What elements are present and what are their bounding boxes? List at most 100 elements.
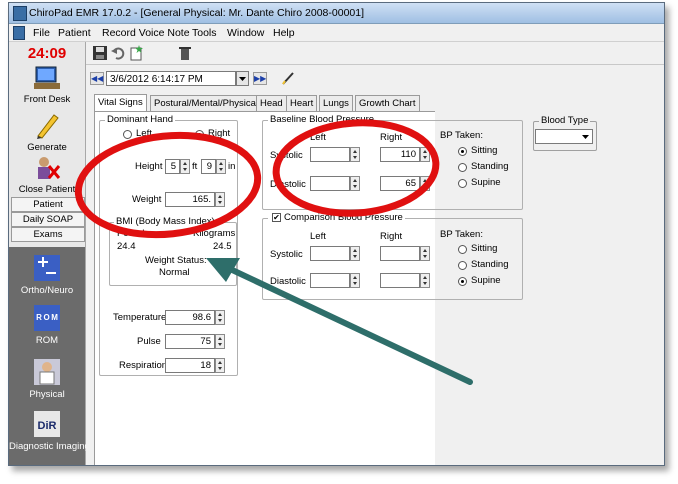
weight-status-value: Normal — [159, 267, 190, 278]
pulse-field[interactable]: 75 — [165, 334, 215, 349]
visit-date-select[interactable]: 3/6/2012 6:14:17 PM — [106, 71, 236, 86]
baseline-sitting-radio[interactable] — [458, 147, 467, 156]
app-window: ChiroPad EMR 17.0.2 - [General Physical:… — [8, 2, 665, 466]
respiration-field[interactable]: 18 — [165, 358, 215, 373]
blood-type-select[interactable] — [535, 129, 593, 144]
baseline-supine-radio[interactable] — [458, 179, 467, 188]
baseline-left-diastolic-field[interactable] — [310, 176, 350, 191]
menu-record-voice-note[interactable]: Record Voice Note — [102, 27, 190, 39]
ortho-neuro-label: Ortho/Neuro — [20, 285, 74, 296]
comparison-bp-checkbox[interactable]: ✔ — [272, 213, 281, 222]
baseline-left-systolic-field[interactable] — [310, 147, 350, 162]
tab-head[interactable]: Head — [256, 95, 287, 111]
temperature-stepper[interactable] — [215, 310, 225, 325]
sidebar-tab-patient[interactable]: Patient — [11, 197, 85, 212]
chevron-down-icon — [582, 135, 589, 139]
weight-status-label: Weight Status: — [145, 255, 207, 266]
comparison-right-systolic-field[interactable] — [380, 246, 420, 261]
rom-label: ROM — [35, 335, 59, 346]
blood-type-label: Blood Type — [539, 115, 591, 126]
comparison-standing-label: Standing — [471, 259, 509, 270]
baseline-standing-radio[interactable] — [458, 163, 467, 172]
baseline-right-diastolic-stepper[interactable] — [420, 176, 430, 191]
weight-label: Weight — [132, 194, 162, 205]
new-document-icon[interactable] — [128, 45, 144, 61]
edit-pencil-icon[interactable] — [280, 70, 296, 86]
rom-button[interactable]: ROM — [9, 303, 85, 346]
temperature-label: Temperature — [113, 312, 167, 323]
comparison-right-diastolic-field[interactable] — [380, 273, 420, 288]
height-feet-field[interactable]: 5 — [165, 159, 180, 174]
menu-patient[interactable]: Patient — [58, 27, 91, 39]
comparison-supine-label: Supine — [471, 275, 501, 286]
close-patient-button[interactable]: Close Patient — [9, 154, 85, 195]
comparison-standing-radio[interactable] — [458, 261, 467, 270]
weight-field[interactable]: 165. — [165, 192, 215, 207]
document-icon[interactable] — [13, 26, 25, 40]
comparison-bp-label: Comparison Blood Pressure — [268, 212, 405, 223]
dominant-hand-left-label: Left — [136, 128, 152, 139]
plus-minus-icon — [34, 255, 60, 281]
front-desk-button[interactable]: Front Desk — [9, 64, 85, 105]
save-icon[interactable] — [92, 45, 108, 61]
comparison-sitting-radio[interactable] — [458, 245, 467, 254]
comparison-left-diastolic-field[interactable] — [310, 273, 350, 288]
comparison-right-label: Right — [380, 231, 403, 242]
height-inches-field[interactable]: 9 — [201, 159, 216, 174]
previous-date-button[interactable]: ◀◀ — [90, 72, 104, 85]
baseline-supine-label: Supine — [471, 177, 501, 188]
physical-button[interactable]: Physical — [9, 357, 85, 400]
trash-icon[interactable] — [177, 45, 193, 61]
front-desk-label: Front Desk — [23, 94, 71, 105]
menu-tools[interactable]: Tools — [192, 27, 217, 39]
temperature-field[interactable]: 98.6 — [165, 310, 215, 325]
tab-lungs[interactable]: Lungs — [319, 95, 353, 111]
baseline-right-diastolic-field[interactable]: 65 — [380, 176, 420, 191]
dominant-hand-left-radio[interactable] — [123, 130, 132, 139]
comparison-right-diastolic-stepper[interactable] — [420, 273, 430, 288]
comparison-left-diastolic-stepper[interactable] — [350, 273, 360, 288]
dominant-hand-right-radio[interactable] — [195, 130, 204, 139]
menu-bar: File Patient Record Voice Note Tools Win… — [9, 24, 664, 42]
comparison-sitting-label: Sitting — [471, 243, 498, 254]
weight-stepper[interactable] — [215, 192, 225, 207]
tab-vital-signs[interactable]: Vital Signs — [94, 94, 147, 112]
ortho-neuro-button[interactable]: Ortho/Neuro — [9, 253, 85, 296]
baseline-systolic-label: Systolic — [270, 150, 303, 161]
sidebar-tab-exams[interactable]: Exams — [11, 227, 85, 242]
tab-growth-chart[interactable]: Growth Chart — [355, 95, 420, 111]
tab-postural-mental-physical[interactable]: Postural/Mental/Physical — [150, 95, 263, 111]
chevron-down-icon[interactable] — [236, 71, 249, 86]
toolbar-divider — [86, 64, 664, 65]
baseline-left-systolic-stepper[interactable] — [350, 147, 360, 162]
baseline-bp-taken-label: BP Taken: — [440, 130, 483, 141]
exam-modules-panel: Ortho/Neuro ROM R O M Physical Diagnosti… — [9, 247, 90, 465]
generate-button[interactable]: Generate — [9, 112, 85, 153]
baseline-right-systolic-field[interactable]: 110 — [380, 147, 420, 162]
undo-icon[interactable] — [110, 45, 126, 61]
comparison-left-systolic-field[interactable] — [310, 246, 350, 261]
comparison-left-systolic-stepper[interactable] — [350, 246, 360, 261]
comparison-systolic-label: Systolic — [270, 249, 303, 260]
pencil-icon — [37, 114, 59, 139]
baseline-right-systolic-stepper[interactable] — [420, 147, 430, 162]
dominant-hand-label: Dominant Hand — [105, 114, 176, 125]
comparison-right-systolic-stepper[interactable] — [420, 246, 430, 261]
dominant-hand-right-label: Right — [208, 128, 231, 139]
baseline-bp-label: Baseline Blood Pressure — [268, 114, 377, 125]
baseline-sitting-label: Sitting — [471, 145, 498, 156]
menu-window[interactable]: Window — [227, 27, 264, 39]
respiration-label: Respiration — [119, 360, 168, 371]
baseline-left-diastolic-stepper[interactable] — [350, 176, 360, 191]
respiration-stepper[interactable] — [215, 358, 225, 373]
menu-help[interactable]: Help — [273, 27, 295, 39]
next-date-button[interactable]: ▶▶ — [253, 72, 267, 85]
tab-heart[interactable]: Heart — [286, 95, 318, 111]
comparison-supine-radio[interactable] — [458, 277, 467, 286]
pulse-stepper[interactable] — [215, 334, 225, 349]
menu-file[interactable]: File — [33, 27, 50, 39]
sidebar-tab-daily-soap[interactable]: Daily SOAP — [11, 212, 85, 227]
height-feet-stepper[interactable] — [180, 159, 190, 174]
comparison-diastolic-label: Diastolic — [270, 276, 306, 287]
height-inches-stepper[interactable] — [216, 159, 226, 174]
